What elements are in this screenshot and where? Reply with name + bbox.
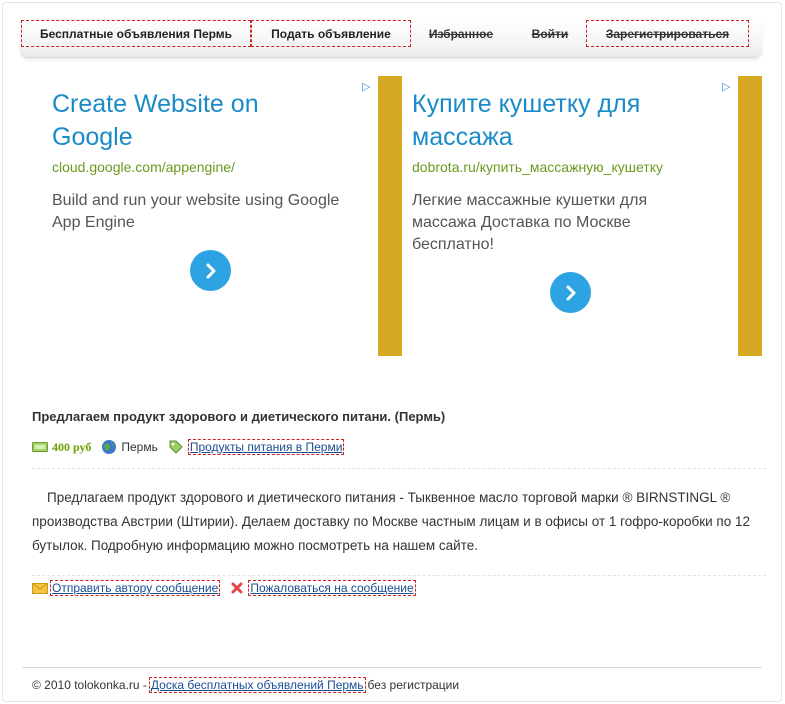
ad-title[interactable]: Купите кушетку для массажа — [412, 88, 712, 154]
ad-choices-icon[interactable]: ▷ — [362, 80, 370, 93]
footer: © 2010 tolokonka.ru - Доска бесплатных о… — [32, 677, 459, 693]
tag-icon — [169, 440, 183, 454]
ad-unit-1[interactable]: ▷ Create Website on Google cloud.google.… — [40, 76, 380, 356]
globe-icon — [102, 440, 117, 454]
ad-side-stripe — [738, 76, 762, 356]
divider — [32, 575, 766, 576]
ad-url[interactable]: cloud.google.com/appengine/ — [52, 159, 235, 175]
ad-unit-2[interactable]: ▷ Купите кушетку для массажа dobrota.ru/… — [400, 76, 740, 356]
ad-open-button[interactable] — [550, 272, 591, 313]
listing-meta: 400 руб Пермь Продукты питания в Перми — [32, 437, 345, 457]
listing-actions: Отправить автору сообщение Пожаловаться … — [32, 578, 416, 598]
chevron-right-icon — [566, 285, 575, 300]
footer-divider — [22, 667, 762, 668]
nav-item-free-ads-perm[interactable]: Бесплатные объявления Пермь — [21, 20, 251, 47]
nav-item-register[interactable]: Зарегистрироваться — [586, 20, 749, 47]
ad-choices-icon[interactable]: ▷ — [722, 80, 730, 93]
ad-description: Build and run your website using Google … — [52, 192, 340, 231]
message-author-link[interactable]: Отправить автору сообщение — [50, 580, 221, 596]
nav-item-post-ad[interactable]: Подать объявление — [251, 20, 411, 47]
divider — [32, 468, 766, 469]
category-link[interactable]: Продукты питания в Перми — [187, 439, 345, 455]
top-navigation: Бесплатные объявления Пермь Подать объяв… — [20, 18, 762, 58]
footer-copyright: © 2010 tolokonka.ru - — [32, 678, 147, 692]
close-icon — [231, 582, 243, 594]
ad-divider-stripe — [378, 76, 402, 356]
chevron-right-icon — [206, 263, 215, 278]
nav-item-login[interactable]: Войти — [517, 20, 583, 47]
listing-title: Предлагаем продукт здорового и диетическ… — [32, 409, 446, 424]
report-link[interactable]: Пожаловаться на сообщение — [248, 580, 416, 596]
envelope-icon — [32, 583, 48, 594]
ad-title[interactable]: Create Website on Google — [52, 88, 332, 154]
listing-price: 400 руб — [52, 439, 92, 454]
ad-open-button[interactable] — [190, 250, 231, 291]
ad-url[interactable]: dobrota.ru/купить_массажную_кушетку — [412, 159, 663, 175]
footer-board-link[interactable]: Доска бесплатных объявлений Пермь — [148, 677, 366, 693]
footer-suffix: без регистрации — [367, 678, 460, 692]
listing-city: Пермь — [121, 440, 158, 454]
listing-description: Предлагаем продукт здорового и диетическ… — [32, 490, 750, 553]
ad-description: Легкие массажные кушетки для массажа Дос… — [412, 192, 648, 253]
money-icon — [32, 442, 48, 452]
nav-item-favorites[interactable]: Избранное — [418, 20, 504, 47]
